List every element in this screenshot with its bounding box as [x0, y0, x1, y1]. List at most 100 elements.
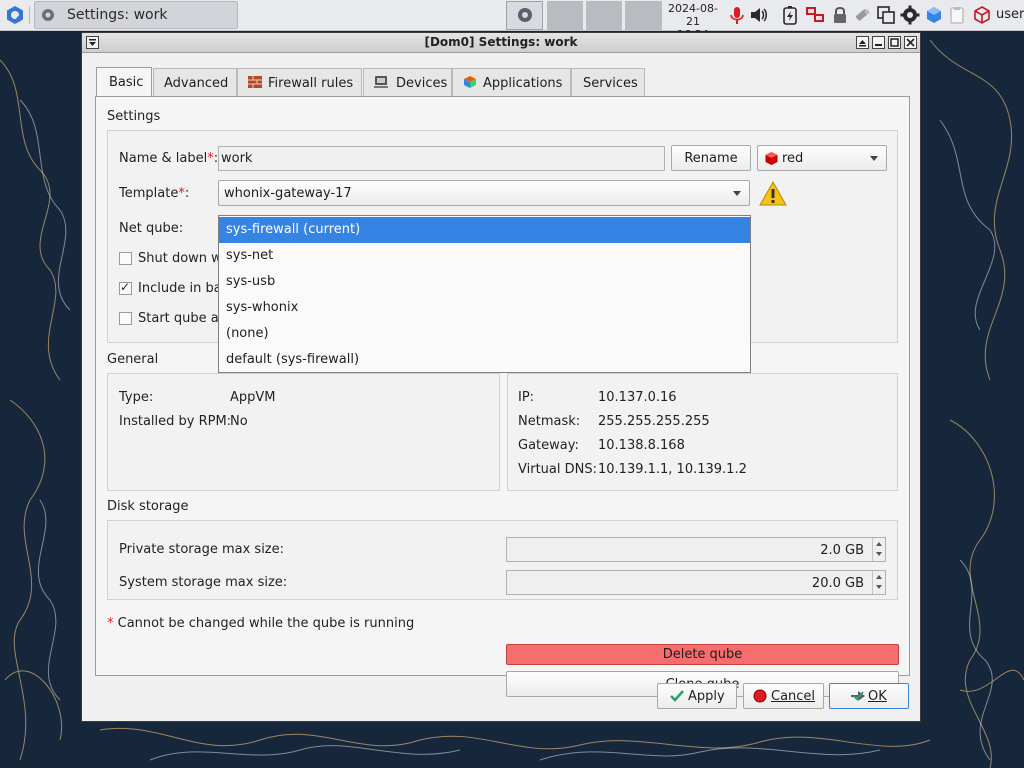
workspace-4[interactable] [625, 1, 662, 30]
maximize-icon [890, 38, 899, 47]
netqube-option[interactable]: sys-usb [219, 269, 750, 295]
workspace-2[interactable] [547, 1, 583, 30]
label-color-select[interactable]: red [757, 145, 887, 171]
taskbar-window-button[interactable]: Settings: work [34, 1, 238, 29]
tab-advanced-label: Advanced [164, 76, 229, 91]
tab-advanced[interactable]: Advanced [153, 68, 237, 96]
settings-gear-icon [518, 8, 532, 22]
clipboard-icon[interactable] [947, 5, 967, 25]
netqube-label: Net qube: [119, 221, 184, 236]
lock-icon[interactable] [830, 5, 850, 25]
netqube-option[interactable]: sys-firewall (current) [219, 217, 750, 243]
label-color-value: red [782, 151, 804, 166]
colon: : [184, 186, 190, 201]
template-label: Template*: [119, 186, 189, 201]
apply-label: Apply [688, 689, 725, 704]
apply-button[interactable]: Apply [657, 683, 737, 709]
window-shade-button[interactable] [856, 36, 869, 49]
netqube-dropdown[interactable]: sys-firewall (current) sys-net sys-usb s… [218, 215, 751, 373]
tab-applications-label: Applications [483, 76, 563, 91]
gateway-value: 10.138.8.168 [598, 438, 685, 453]
start-qube-checkbox[interactable] [119, 312, 132, 325]
close-icon [906, 38, 915, 47]
private-storage-label: Private storage max size: [119, 542, 285, 557]
template-select[interactable]: whonix-gateway-17 [218, 180, 750, 206]
general-left-groupbox [107, 373, 500, 491]
firewall-icon [248, 76, 262, 88]
cancel-label: Cancel [771, 689, 816, 704]
settings-gear-icon [42, 9, 54, 21]
system-storage-spinbox[interactable]: 20.0 GB [506, 570, 886, 595]
rpm-label: Installed by RPM: [119, 414, 232, 429]
taskbar-window-title: Settings: work [67, 7, 168, 23]
warning-icon [759, 181, 787, 206]
dns-value: 10.139.1.1, 10.139.1.2 [598, 462, 747, 477]
private-storage-stepper[interactable] [872, 538, 885, 561]
netqube-option[interactable]: default (sys-firewall) [219, 347, 750, 373]
netqube-option[interactable]: (none) [219, 321, 750, 347]
cube-red-icon[interactable] [972, 5, 992, 25]
window-minimize-button[interactable] [872, 36, 885, 49]
name-field[interactable]: work [218, 146, 665, 171]
dns-label: Virtual DNS: [518, 462, 597, 477]
rename-button[interactable]: Rename [671, 145, 751, 171]
clock-date: 2024-08-21 [668, 2, 718, 28]
netqube-option[interactable]: sys-net [219, 243, 750, 269]
tab-basic-label: Basic [109, 75, 144, 90]
system-storage-stepper[interactable] [872, 571, 885, 594]
disk-section-title: Disk storage [107, 499, 189, 514]
battery-icon[interactable] [780, 5, 800, 25]
tab-devices-label: Devices [396, 76, 448, 91]
tab-services[interactable]: Services [571, 68, 645, 96]
cube-blue-icon[interactable] [924, 5, 944, 25]
window-titlebar[interactable]: [Dom0] Settings: work [82, 33, 920, 53]
qubes-menu-icon[interactable] [4, 4, 26, 26]
window-title: [Dom0] Settings: work [424, 35, 578, 49]
window-maximize-button[interactable] [888, 36, 901, 49]
chevron-down-icon [733, 191, 741, 196]
microphone-icon[interactable] [727, 5, 747, 25]
usb-device-icon[interactable] [852, 5, 872, 25]
template-value: whonix-gateway-17 [224, 186, 352, 201]
gateway-label: Gateway: [518, 438, 579, 453]
workspace-3[interactable] [586, 1, 622, 30]
gear-icon[interactable] [900, 5, 920, 25]
top-panel: Settings: work 2024-08-21 16:34 [0, 0, 1024, 41]
note-mark: * [107, 616, 114, 631]
name-label-label: Name & label*: [119, 151, 218, 166]
name-field-value: work [221, 151, 253, 166]
network-icon[interactable] [805, 5, 825, 25]
ok-button[interactable]: OK [829, 683, 909, 709]
ip-value: 10.137.0.16 [598, 390, 677, 405]
red-qube-icon [765, 152, 778, 165]
shutdown-checkbox[interactable] [119, 252, 132, 265]
tab-devices[interactable]: Devices [363, 68, 452, 96]
chevron-down-icon [870, 156, 878, 161]
user-label[interactable]: user [996, 7, 1024, 22]
tab-applications[interactable]: Applications [452, 68, 571, 96]
cancel-button[interactable]: Cancel [743, 683, 824, 709]
note-text: Cannot be changed while the qube is runn… [117, 616, 415, 631]
workspace-1[interactable] [506, 1, 543, 30]
ok-label: OK [868, 689, 887, 704]
general-section-title: General [107, 352, 159, 367]
rpm-value: No [230, 414, 248, 429]
netmask-value: 255.255.255.255 [598, 414, 710, 429]
panel-separator [29, 6, 31, 24]
private-storage-spinbox[interactable]: 2.0 GB [506, 537, 886, 562]
tab-firewall-rules[interactable]: Firewall rules [237, 68, 362, 96]
start-qube-label: Start qube au [138, 311, 227, 326]
minimize-icon [875, 44, 882, 46]
shutdown-label: Shut down w [138, 251, 222, 266]
include-backup-label: Include in ba [138, 281, 222, 296]
netqube-option[interactable]: sys-whonix [219, 295, 750, 321]
window-icon[interactable] [876, 5, 896, 25]
delete-qube-button[interactable]: Delete qube [506, 644, 899, 665]
volume-icon[interactable] [749, 5, 769, 25]
include-backup-checkbox[interactable] [119, 280, 132, 295]
ok-icon [851, 691, 865, 701]
ip-label: IP: [518, 390, 535, 405]
name-label-text: Name & label [119, 151, 208, 166]
window-close-button[interactable] [904, 36, 917, 49]
tab-basic[interactable]: Basic [96, 67, 152, 97]
